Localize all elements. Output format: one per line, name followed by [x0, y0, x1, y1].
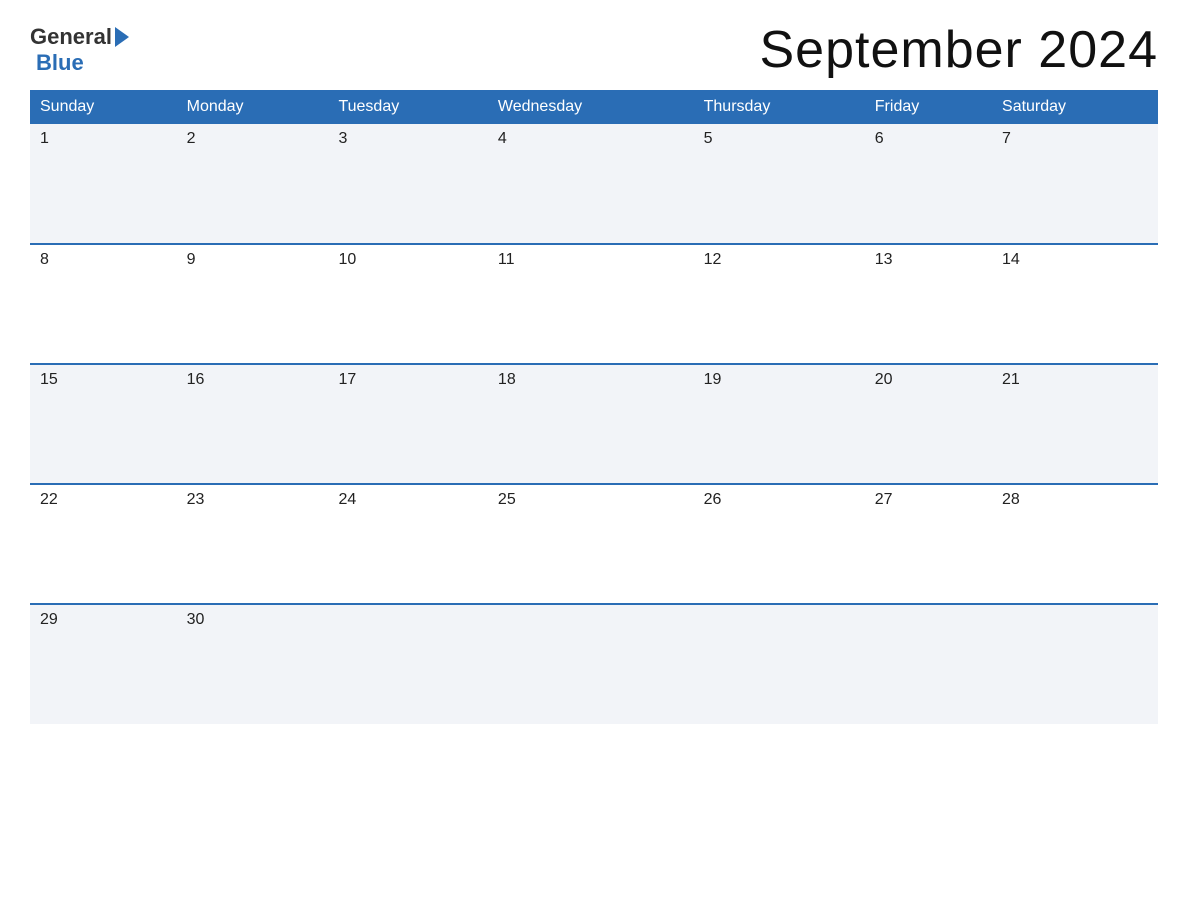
- calendar-week-row: 1 2 3 4 5 6 7: [30, 124, 1158, 244]
- calendar-day-cell: 3: [328, 124, 487, 244]
- day-number: 29: [40, 611, 167, 629]
- calendar-day-cell: 9: [177, 244, 329, 364]
- calendar-day-cell: 10: [328, 244, 487, 364]
- calendar-day-cell: 30: [177, 604, 329, 724]
- calendar-week-row: 8 9 10 11 12 13 14: [30, 244, 1158, 364]
- day-number: 28: [1002, 491, 1148, 509]
- day-number: 7: [1002, 130, 1148, 148]
- calendar-day-cell: 14: [992, 244, 1158, 364]
- calendar-day-cell: 15: [30, 364, 177, 484]
- calendar-day-cell: [328, 604, 487, 724]
- calendar-day-cell: 17: [328, 364, 487, 484]
- month-title: September 2024: [760, 20, 1159, 80]
- header-saturday: Saturday: [992, 90, 1158, 124]
- day-number: 17: [338, 371, 477, 389]
- day-number: 19: [704, 371, 855, 389]
- day-number: 23: [187, 491, 319, 509]
- calendar-day-cell: 12: [694, 244, 865, 364]
- header-tuesday: Tuesday: [328, 90, 487, 124]
- day-number: 18: [498, 371, 684, 389]
- day-number: 12: [704, 251, 855, 269]
- day-number: 13: [875, 251, 982, 269]
- day-number: 26: [704, 491, 855, 509]
- calendar-day-cell: 1: [30, 124, 177, 244]
- calendar-day-cell: 27: [865, 484, 992, 604]
- calendar-day-cell: 24: [328, 484, 487, 604]
- calendar-day-cell: 28: [992, 484, 1158, 604]
- calendar-day-cell: 21: [992, 364, 1158, 484]
- calendar-header-row: Sunday Monday Tuesday Wednesday Thursday…: [30, 90, 1158, 124]
- calendar-day-cell: [694, 604, 865, 724]
- day-number: 6: [875, 130, 982, 148]
- day-number: 5: [704, 130, 855, 148]
- logo-general-text: General: [30, 24, 112, 50]
- calendar-day-cell: 29: [30, 604, 177, 724]
- calendar-day-cell: 6: [865, 124, 992, 244]
- calendar-day-cell: 25: [488, 484, 694, 604]
- header-friday: Friday: [865, 90, 992, 124]
- day-number: 4: [498, 130, 684, 148]
- calendar-day-cell: 4: [488, 124, 694, 244]
- day-number: 20: [875, 371, 982, 389]
- calendar-day-cell: 8: [30, 244, 177, 364]
- day-number: 25: [498, 491, 684, 509]
- day-number: 15: [40, 371, 167, 389]
- calendar-day-cell: 23: [177, 484, 329, 604]
- calendar-day-cell: 19: [694, 364, 865, 484]
- day-number: 14: [1002, 251, 1148, 269]
- logo: General Blue: [30, 24, 131, 76]
- day-number: 11: [498, 251, 684, 269]
- header-wednesday: Wednesday: [488, 90, 694, 124]
- calendar-day-cell: [992, 604, 1158, 724]
- calendar-day-cell: [865, 604, 992, 724]
- day-number: 22: [40, 491, 167, 509]
- day-number: 30: [187, 611, 319, 629]
- day-number: 8: [40, 251, 167, 269]
- logo-triangle-icon: [115, 27, 129, 47]
- calendar-week-row: 29 30: [30, 604, 1158, 724]
- day-number: 1: [40, 130, 167, 148]
- header-sunday: Sunday: [30, 90, 177, 124]
- calendar-week-row: 15 16 17 18 19 20 21: [30, 364, 1158, 484]
- header-thursday: Thursday: [694, 90, 865, 124]
- calendar-week-row: 22 23 24 25 26 27 28: [30, 484, 1158, 604]
- page-header: General Blue September 2024: [30, 20, 1158, 80]
- calendar-day-cell: 2: [177, 124, 329, 244]
- calendar-day-cell: 22: [30, 484, 177, 604]
- calendar-table: Sunday Monday Tuesday Wednesday Thursday…: [30, 90, 1158, 724]
- day-number: 3: [338, 130, 477, 148]
- calendar-day-cell: 18: [488, 364, 694, 484]
- header-monday: Monday: [177, 90, 329, 124]
- calendar-day-cell: [488, 604, 694, 724]
- day-number: 2: [187, 130, 319, 148]
- day-number: 27: [875, 491, 982, 509]
- day-number: 10: [338, 251, 477, 269]
- calendar-day-cell: 11: [488, 244, 694, 364]
- day-number: 24: [338, 491, 477, 509]
- calendar-day-cell: 13: [865, 244, 992, 364]
- calendar-day-cell: 20: [865, 364, 992, 484]
- day-number: 9: [187, 251, 319, 269]
- logo-blue-text: Blue: [36, 50, 84, 75]
- calendar-day-cell: 26: [694, 484, 865, 604]
- calendar-day-cell: 16: [177, 364, 329, 484]
- calendar-day-cell: 5: [694, 124, 865, 244]
- day-number: 16: [187, 371, 319, 389]
- day-number: 21: [1002, 371, 1148, 389]
- calendar-day-cell: 7: [992, 124, 1158, 244]
